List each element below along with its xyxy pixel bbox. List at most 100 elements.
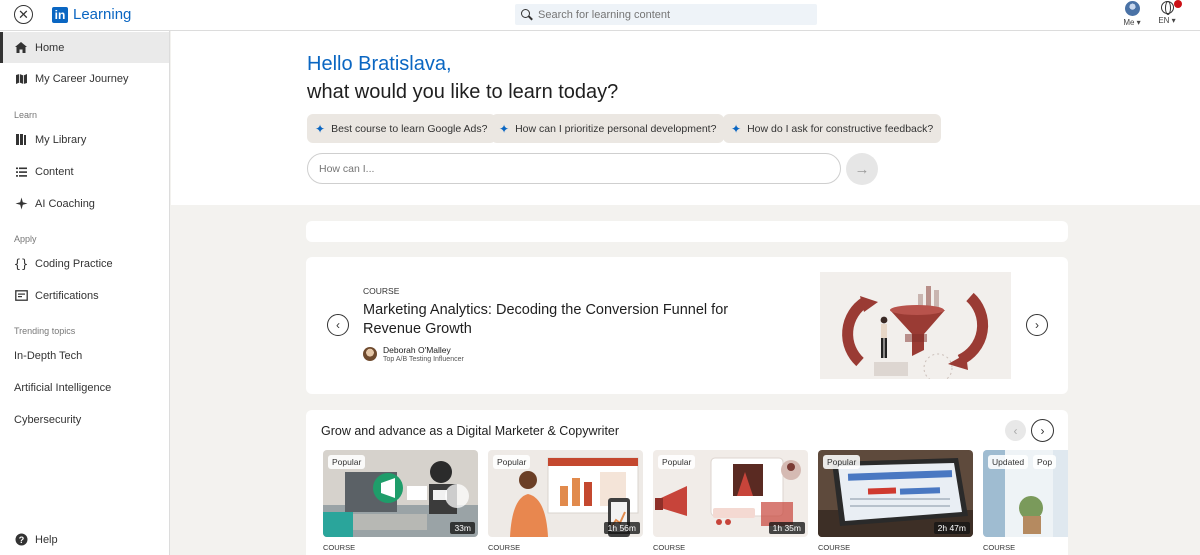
sidebar-item-label: Certifications (35, 289, 99, 302)
globe-icon (1160, 0, 1182, 15)
map-icon (14, 72, 28, 86)
duration-label: 33m (450, 522, 475, 534)
placeholder-card (306, 221, 1068, 242)
sparkle-icon (14, 197, 28, 211)
braces-icon: {} (13, 256, 29, 271)
sidebar-item-label: My Career Journey (35, 72, 129, 85)
suggestion-chip[interactable]: ✦ How do I ask for constructive feedback… (723, 114, 942, 143)
course-thumbnail[interactable] (820, 272, 1011, 379)
ask-field[interactable] (307, 153, 841, 184)
content-type-label: COURSE (653, 543, 686, 552)
me-label: Me ▾ (1123, 18, 1141, 27)
home-icon (14, 41, 28, 55)
linkedin-logo-mark: in (52, 6, 68, 23)
suggestion-chip[interactable]: ✦ Best course to learn Google Ads? (307, 114, 496, 143)
course-thumbnail[interactable]: Popular 2h 47m (818, 450, 973, 537)
sidebar-item-label: My Library (35, 133, 87, 146)
duration-label: 2h 47m (933, 522, 970, 534)
ask-input[interactable] (319, 162, 819, 175)
row-next-button[interactable]: › (1031, 419, 1054, 442)
course-thumbnail[interactable]: Popular 33m (323, 450, 478, 537)
sidebar-item-label: AI Coaching (35, 197, 95, 210)
course-thumbnail[interactable]: Popular 1h 56m (488, 450, 643, 537)
author-avatar (363, 347, 377, 361)
row-title: Grow and advance as a Digital Marketer &… (321, 424, 620, 438)
certificate-icon (14, 289, 28, 303)
content-type-label: COURSE (983, 543, 1016, 552)
course-card[interactable]: Popular 1h 56m COURSE (488, 450, 643, 552)
duration-label: 1h 35m (768, 522, 805, 534)
chip-label: How do I ask for constructive feedback? (747, 122, 934, 135)
sidebar-item-certifications[interactable]: Certifications (0, 280, 169, 311)
author[interactable]: Deborah O'Malley Top A/B Testing Influen… (363, 345, 464, 363)
sidebar-item-content[interactable]: Content (0, 156, 169, 187)
sidebar-item-my-library[interactable]: My Library (0, 124, 169, 155)
content-type-label: COURSE (363, 286, 400, 296)
sidebar-item-label: Coding Practice (35, 257, 113, 270)
content-type-label: COURSE (488, 543, 521, 552)
section-label-learn: Learn (14, 110, 38, 120)
sidebar-item-label: Home (35, 41, 65, 54)
search-input[interactable] (538, 8, 798, 21)
trending-label: In-Depth Tech (14, 349, 83, 362)
popular-badge: Popular (328, 455, 366, 469)
chip-label: How can I prioritize personal developmen… (515, 122, 717, 135)
course-thumbnail[interactable]: Updated Pop (983, 450, 1068, 537)
chevron-right-icon: › (1040, 423, 1045, 438)
top-bar: ✕ in Learning Me ▾ EN ▾ (0, 0, 1200, 31)
arrow-right-icon: → (854, 160, 870, 178)
course-row: Grow and advance as a Digital Marketer &… (306, 410, 1068, 555)
sidebar-item-help[interactable]: ? Help (0, 524, 169, 555)
linkedin-learning-logo[interactable]: in Learning (52, 6, 131, 23)
sidebar-item-label: Content (35, 165, 74, 178)
svg-text:?: ? (18, 535, 24, 545)
greeting-question: what would you like to learn today? (307, 81, 619, 103)
sidebar-item-label: Help (35, 533, 58, 546)
course-card[interactable]: Popular 33m COURSE (323, 450, 478, 552)
search-bar[interactable] (515, 4, 817, 25)
sparkle-icon: ✦ (315, 121, 326, 136)
language-menu[interactable]: EN ▾ (1155, 0, 1182, 25)
course-card[interactable]: Popular 2h 47m COURSE (818, 450, 973, 552)
section-label-apply: Apply (14, 234, 37, 244)
trending-item-in-depth-tech[interactable]: In-Depth Tech (0, 340, 169, 371)
send-button[interactable]: → (846, 153, 878, 185)
duration-label: 1h 56m (603, 522, 640, 534)
greeting: Hello Bratislava, (307, 53, 452, 75)
carousel-prev-button[interactable]: ‹ (327, 314, 349, 336)
sidebar-item-career-journey[interactable]: My Career Journey (0, 63, 169, 94)
featured-course-card[interactable]: ‹ COURSE Marketing Analytics: Decoding t… (306, 257, 1068, 394)
sidebar: Home My Career Journey Learn My Library … (0, 31, 170, 555)
popular-badge: Popular (658, 455, 696, 469)
section-label-trending: Trending topics (14, 326, 76, 336)
carousel-next-button[interactable]: › (1026, 314, 1048, 336)
sparkle-icon: ✦ (731, 121, 742, 136)
close-icon[interactable]: ✕ (14, 5, 33, 24)
trending-item-cybersecurity[interactable]: Cybersecurity (0, 404, 169, 435)
author-role: Top A/B Testing Influencer (383, 356, 464, 363)
author-name: Deborah O'Malley (383, 345, 451, 355)
sidebar-item-ai-coaching[interactable]: AI Coaching (0, 188, 169, 219)
sparkle-icon: ✦ (499, 121, 510, 136)
suggestion-chip[interactable]: ✦ How can I prioritize personal developm… (491, 114, 725, 143)
course-thumbnail[interactable]: Popular 1h 35m (653, 450, 808, 537)
me-menu[interactable]: Me ▾ (1120, 1, 1144, 27)
content-type-label: COURSE (323, 543, 356, 552)
search-icon (521, 9, 532, 20)
library-icon (14, 133, 28, 147)
sidebar-item-home[interactable]: Home (0, 32, 169, 63)
help-icon: ? (14, 533, 28, 547)
course-card[interactable]: Updated Pop COURSE (983, 450, 1068, 552)
row-prev-button[interactable]: ‹ (1005, 420, 1026, 441)
chip-label: Best course to learn Google Ads? (331, 122, 488, 135)
course-card[interactable]: Popular 1h 35m COURSE (653, 450, 808, 552)
chevron-right-icon: › (1035, 318, 1039, 332)
app-name: Learning (73, 6, 132, 23)
trending-item-ai[interactable]: Artificial Intelligence (0, 372, 169, 403)
sidebar-item-coding-practice[interactable]: {} Coding Practice (0, 248, 169, 279)
course-title[interactable]: Marketing Analytics: Decoding the Conver… (363, 301, 783, 339)
popular-badge: Popular (493, 455, 531, 469)
trending-label: Cybersecurity (14, 413, 82, 426)
language-label: EN ▾ (1158, 16, 1176, 25)
chevron-left-icon: ‹ (1013, 423, 1018, 438)
